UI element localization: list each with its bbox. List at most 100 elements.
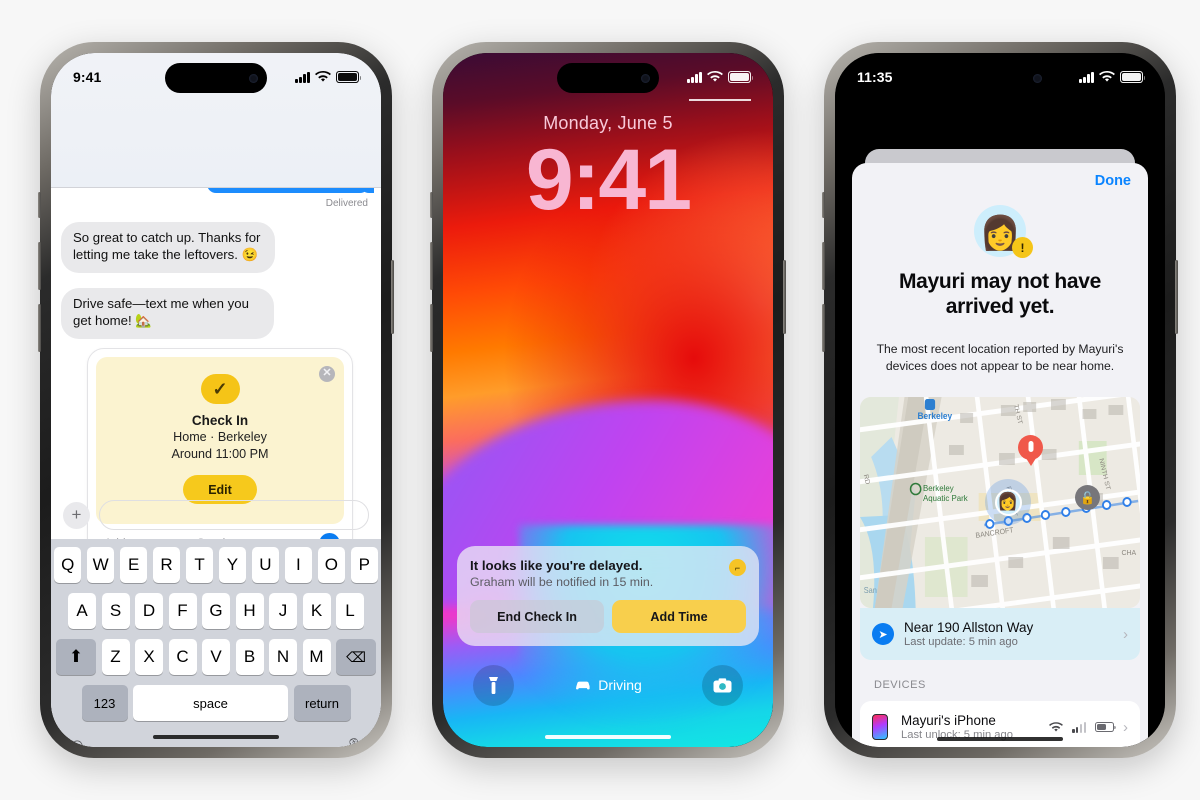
check-in-badge-icon: ⌐ — [729, 559, 746, 576]
shift-key[interactable]: ⬆ — [56, 639, 96, 675]
device-name: Mayuri's iPhone — [901, 713, 996, 728]
volume-down-button[interactable] — [822, 304, 825, 352]
check-in-title: Check In — [191, 413, 249, 428]
home-indicator[interactable] — [153, 734, 279, 739]
key-p[interactable]: P — [350, 547, 379, 583]
key-z[interactable]: Z — [101, 639, 130, 675]
key-g[interactable]: G — [202, 593, 230, 629]
key-i[interactable]: I — [284, 547, 313, 583]
key-a[interactable]: A — [68, 593, 96, 629]
key-w[interactable]: W — [86, 547, 115, 583]
volume-down-button[interactable] — [430, 304, 433, 352]
svg-text:San: San — [864, 586, 877, 595]
check-in-time: Around 11:00 PM — [171, 446, 269, 461]
checkmark-icon: ✓ — [200, 374, 240, 404]
space-key[interactable]: space — [133, 685, 288, 721]
attachment-plus-button[interactable]: + — [63, 501, 90, 529]
silent-switch[interactable] — [38, 192, 41, 218]
phone-middle-lockscreen: Monday, June 5 9:41 ⌐ It looks like you'… — [430, 42, 786, 758]
key-y[interactable]: Y — [218, 547, 247, 583]
messages-screen: 9:41 👦 Graham › D — [51, 53, 381, 747]
key-q[interactable]: Q — [53, 547, 82, 583]
car-icon — [576, 681, 590, 690]
message-text-field[interactable] — [99, 500, 369, 530]
onscreen-keyboard[interactable]: Q W E R T Y U I O P A S D F G H J K L ⬆ … — [51, 539, 381, 747]
key-x[interactable]: X — [135, 639, 163, 675]
key-j[interactable]: J — [269, 593, 297, 629]
address-row[interactable]: ➤ Near 190 Allston Way Last update: 5 mi… — [860, 608, 1140, 660]
end-check-in-button[interactable]: End Check In — [470, 600, 604, 633]
dynamic-island — [949, 63, 1051, 93]
status-time: 11:35 — [857, 69, 893, 85]
key-u[interactable]: U — [251, 547, 280, 583]
iphone-icon — [872, 714, 888, 740]
chevron-right-icon: › — [1123, 718, 1128, 736]
key-e[interactable]: E — [119, 547, 148, 583]
find-my-screen: 11:35 Done 👩 ! Mayuri may not have arriv… — [835, 53, 1165, 747]
done-button[interactable]: Done — [1095, 173, 1131, 189]
notification-subtitle: Graham will be notified in 15 min. — [470, 575, 654, 589]
check-in-notification[interactable]: ⌐ It looks like you're delayed. Graham w… — [457, 546, 759, 646]
cellular-signal-icon — [1072, 721, 1086, 733]
front-camera-icon — [641, 73, 650, 83]
silent-switch[interactable] — [430, 192, 433, 218]
flashlight-icon[interactable] — [473, 664, 514, 706]
microphone-icon[interactable]: 🎙 — [345, 737, 364, 748]
chevron-right-icon: › — [1123, 625, 1128, 643]
camera-icon[interactable] — [701, 664, 743, 706]
volume-down-button[interactable] — [38, 304, 41, 352]
message-input-bar: + — [51, 491, 381, 539]
key-v[interactable]: V — [202, 639, 230, 675]
lock-screen: Monday, June 5 9:41 ⌐ It looks like you'… — [443, 53, 773, 747]
volume-up-button[interactable] — [430, 242, 433, 290]
dynamic-island — [165, 63, 267, 93]
key-f[interactable]: F — [168, 593, 197, 629]
return-key[interactable]: return — [293, 685, 351, 721]
home-indicator[interactable] — [937, 736, 1063, 741]
map-view[interactable]: Berkeley Berkeley Aquatic Park BANCROFT … — [860, 397, 1140, 608]
volume-up-button[interactable] — [822, 242, 825, 290]
phone-right-findmy: 11:35 Done 👩 ! Mayuri may not have arriv… — [822, 42, 1178, 758]
key-h[interactable]: H — [235, 593, 264, 629]
key-m[interactable]: M — [302, 639, 331, 675]
power-button[interactable] — [1175, 260, 1178, 334]
backspace-key[interactable]: ⌫ — [336, 639, 376, 675]
svg-text:Berkeley: Berkeley — [917, 411, 952, 421]
svg-text:Berkeley: Berkeley — [923, 484, 954, 493]
sheet-heading: Mayuri may not have arrived yet. — [898, 270, 1102, 319]
key-b[interactable]: B — [235, 639, 264, 675]
key-t[interactable]: T — [185, 547, 214, 583]
key-s[interactable]: S — [101, 593, 130, 629]
key-c[interactable]: C — [168, 639, 197, 675]
car-marker-icon[interactable]: 🔓 — [1075, 485, 1100, 510]
power-button[interactable] — [783, 260, 786, 334]
wifi-icon — [707, 71, 723, 82]
devices-section-header: DEVICES — [874, 679, 926, 691]
lock-time: 9:41 — [525, 132, 692, 228]
emoji-icon[interactable]: ☺ — [68, 735, 86, 747]
close-icon[interactable]: ✕ — [319, 366, 335, 382]
keyboard-bottom-row: ☺ 🎙 — [54, 731, 378, 747]
wifi-icon — [1049, 721, 1064, 732]
svg-text:Aquatic Park: Aquatic Park — [923, 494, 969, 503]
check-in-detail-sheet: Done 👩 ! Mayuri may not have arrived yet… — [852, 163, 1148, 747]
key-r[interactable]: R — [152, 547, 181, 583]
status-time: 9:41 — [73, 69, 102, 85]
notification-title: It looks like you're delayed. — [470, 558, 643, 573]
key-k[interactable]: K — [302, 593, 331, 629]
add-time-button[interactable]: Add Time — [612, 600, 746, 633]
delivered-status: Delivered — [325, 198, 368, 209]
notification-actions: End Check In Add Time — [470, 600, 746, 633]
destination-pin-icon[interactable] — [1018, 435, 1043, 460]
focus-status[interactable]: Driving — [574, 677, 642, 693]
volume-up-button[interactable] — [38, 242, 41, 290]
key-o[interactable]: O — [317, 547, 346, 583]
home-indicator[interactable] — [545, 734, 671, 739]
numbers-key[interactable]: 123 — [81, 685, 128, 721]
key-l[interactable]: L — [336, 593, 364, 629]
key-n[interactable]: N — [269, 639, 297, 675]
power-button[interactable] — [391, 260, 394, 334]
key-d[interactable]: D — [135, 593, 163, 629]
silent-switch[interactable] — [822, 192, 825, 218]
person-location-marker[interactable]: 👩 — [985, 479, 1031, 525]
